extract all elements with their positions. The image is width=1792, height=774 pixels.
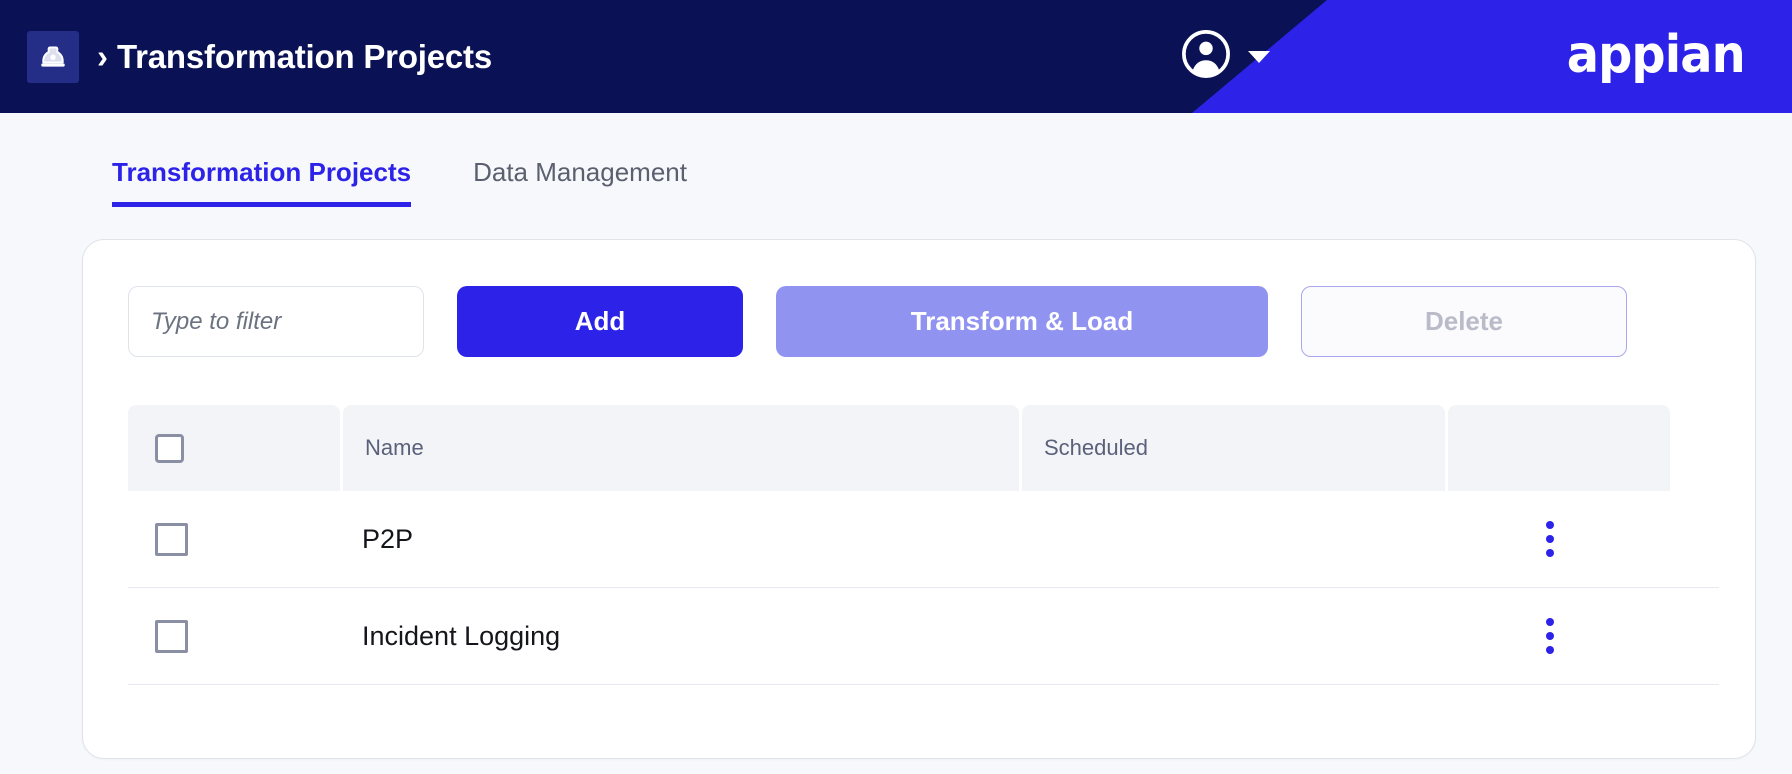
- transform-and-load-button[interactable]: Transform & Load: [776, 286, 1268, 357]
- brand-wordmark: appian: [1566, 24, 1745, 85]
- row-actions-cell: [1439, 588, 1661, 684]
- tab-transformation-projects[interactable]: Transformation Projects: [112, 157, 412, 207]
- table-header-scheduled-label: Scheduled: [1044, 435, 1148, 460]
- row-checkbox[interactable]: [155, 522, 188, 556]
- hard-hat-icon[interactable]: [27, 30, 79, 83]
- more-options-icon[interactable]: [1534, 610, 1566, 662]
- delete-button-label: Delete: [1424, 306, 1504, 336]
- table-row[interactable]: P2P: [128, 491, 1719, 588]
- table-header-row: Name Scheduled: [128, 405, 1719, 491]
- transform-and-load-button-label: Transform & Load: [910, 306, 1134, 336]
- row-name-cell: Incident Logging: [340, 588, 1016, 684]
- kebab-dot: [1546, 535, 1554, 543]
- page-title: Transformation Projects: [117, 37, 492, 75]
- table-header-actions: [1448, 405, 1670, 491]
- row-select-cell: [128, 588, 340, 684]
- row-name-label: Incident Logging: [362, 620, 561, 651]
- row-name-cell: P2P: [340, 491, 1016, 587]
- top-navigation-bar: › Transformation Projects appian: [0, 0, 1792, 113]
- row-checkbox[interactable]: [155, 619, 188, 653]
- row-actions-cell: [1439, 491, 1661, 587]
- kebab-dot: [1546, 521, 1554, 529]
- filter-input[interactable]: [128, 286, 424, 357]
- table-header-name-label: Name: [365, 435, 424, 460]
- row-scheduled-cell: [1016, 588, 1439, 684]
- projects-table: Name Scheduled P2P Incident Logging: [128, 405, 1719, 685]
- table-header-select-all: [128, 405, 340, 491]
- more-options-icon[interactable]: [1534, 513, 1566, 565]
- delete-button[interactable]: Delete: [1301, 286, 1627, 357]
- appian-logo: appian: [1192, 0, 1792, 113]
- table-row[interactable]: Incident Logging: [128, 588, 1719, 685]
- table-header-name[interactable]: Name: [343, 405, 1019, 491]
- row-scheduled-cell: [1016, 491, 1439, 587]
- select-all-checkbox[interactable]: [155, 433, 184, 463]
- tab-bar: Transformation Projects Data Management: [0, 113, 1792, 207]
- table-body: P2P Incident Logging: [128, 491, 1719, 685]
- tab-data-management[interactable]: Data Management: [473, 157, 687, 207]
- kebab-dot: [1546, 632, 1554, 640]
- content-card: Add Transform & Load Delete Name Schedul…: [82, 239, 1756, 759]
- user-menu[interactable]: [1180, 0, 1270, 113]
- row-name-label: P2P: [362, 523, 414, 554]
- breadcrumb: › Transformation Projects: [97, 38, 492, 76]
- chevron-down-icon[interactable]: [1248, 50, 1270, 63]
- kebab-dot: [1546, 618, 1554, 626]
- user-account-icon[interactable]: [1180, 28, 1232, 85]
- table-toolbar: Add Transform & Load Delete: [128, 286, 1719, 357]
- breadcrumb-chevron-icon: ›: [97, 38, 108, 75]
- tab-label: Transformation Projects: [112, 157, 412, 187]
- tab-label: Data Management: [473, 157, 687, 187]
- add-button[interactable]: Add: [457, 286, 743, 357]
- row-select-cell: [128, 491, 340, 587]
- add-button-label: Add: [574, 306, 626, 336]
- kebab-dot: [1546, 549, 1554, 557]
- kebab-dot: [1546, 646, 1554, 654]
- table-header-scheduled[interactable]: Scheduled: [1022, 405, 1445, 491]
